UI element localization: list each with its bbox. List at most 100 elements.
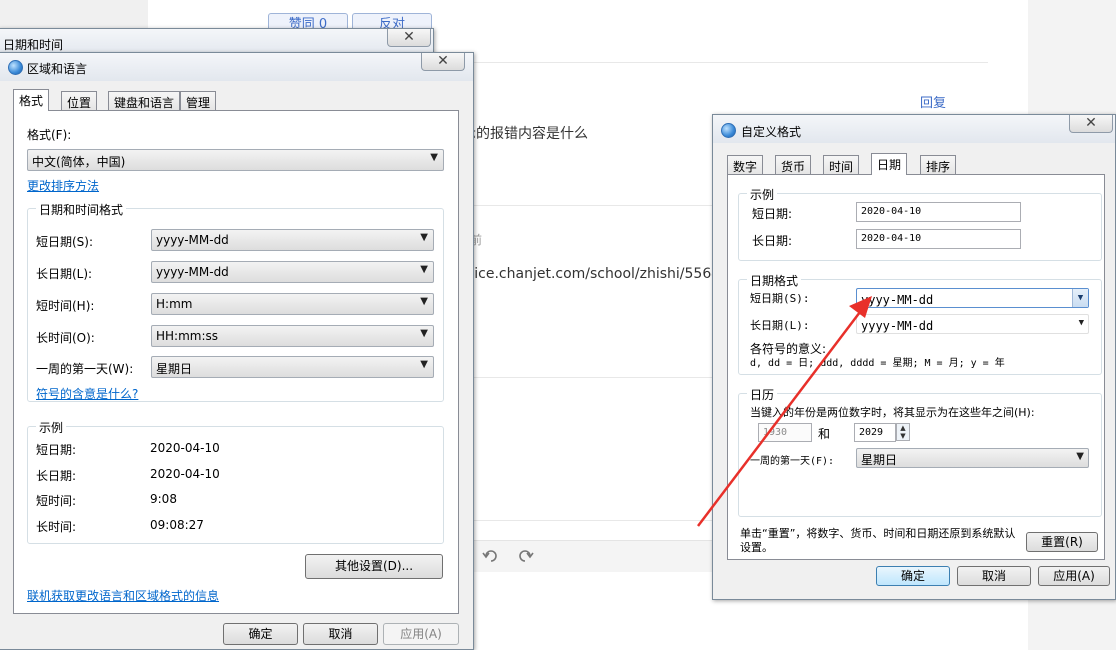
tab-keyboards[interactable]: 键盘和语言	[108, 91, 181, 111]
long-date-value: yyyy-MM-dd	[156, 265, 229, 279]
example-long-time-value: 09:08:27	[150, 518, 204, 532]
cancel-button[interactable]: 取消	[957, 566, 1031, 586]
short-date-combo[interactable]: yyyy-MM-dd ▼	[856, 288, 1089, 308]
chevron-down-icon: ▼	[420, 328, 428, 339]
format-label: 格式(F):	[27, 128, 72, 142]
tab-currency[interactable]: 货币	[775, 155, 812, 175]
date-formats-group: 日期格式 短日期(S): yyyy-MM-dd ▼ 长日期(L): yyyy-M…	[738, 272, 1102, 375]
example-long-date-label: 长日期:	[36, 469, 77, 483]
first-day-value: 星期日	[156, 362, 193, 376]
long-date-combo[interactable]: yyyy-MM-dd ▼	[856, 314, 1089, 334]
short-time-value: H:mm	[156, 297, 193, 311]
tab-sorting[interactable]: 排序	[920, 155, 957, 175]
year-to-input[interactable]: 2029	[854, 423, 896, 442]
window-title: 区域和语言	[27, 62, 88, 76]
tab-formats[interactable]: 格式	[13, 89, 50, 111]
custom-titlebar: 自定义格式 ✕	[713, 115, 1115, 143]
other-settings-button[interactable]: 其他设置(D)...	[305, 554, 443, 579]
format-select[interactable]: 中文(简体，中国) ▼	[27, 149, 444, 171]
date-panel: 示例 短日期: 2020-04-10 长日期: 2020-04-10 日期格式 …	[727, 174, 1105, 560]
reset-button[interactable]: 重置(R)	[1026, 532, 1098, 552]
year-from-input[interactable]: 1930	[758, 423, 812, 442]
long-time-value: HH:mm:ss	[156, 329, 219, 343]
close-icon[interactable]: ✕	[1069, 115, 1113, 133]
short-date-select[interactable]: yyyy-MM-dd ▼	[151, 229, 434, 251]
online-info-link[interactable]: 联机获取更改语言和区域格式的信息	[27, 587, 219, 604]
short-date-label: 短日期(S):	[36, 235, 94, 249]
first-day-label: 一周的第一天(F):	[750, 456, 835, 467]
first-day-select[interactable]: 星期日 ▼	[856, 448, 1089, 468]
chevron-down-icon: ▼	[1076, 451, 1084, 462]
example-short-date-label: 短日期:	[36, 443, 77, 457]
group-title: 示例	[747, 186, 778, 203]
example-long-date-value: 2020-04-10	[150, 467, 220, 481]
chevron-down-icon: ▼	[420, 359, 428, 370]
reset-description: 单击“重置”，将数字、货币、时间和日期还原到系统默认设置。	[740, 527, 1016, 554]
globe-icon	[8, 60, 23, 75]
ok-button[interactable]: 确定	[223, 623, 298, 645]
datetime-formats-group: 日期和时间格式 短日期(S): yyyy-MM-dd ▼ 长日期(L): yyy…	[27, 201, 444, 402]
long-date-value: yyyy-MM-dd	[861, 319, 934, 333]
example-short-date-value: 2020-04-10	[856, 202, 1021, 222]
close-icon[interactable]: ✕	[421, 53, 465, 71]
apply-button[interactable]: 应用(A)	[383, 623, 459, 645]
chevron-down-icon: ▼	[420, 296, 428, 307]
tab-date[interactable]: 日期	[871, 153, 908, 175]
format-value: 中文(简体，中国)	[32, 155, 126, 169]
customize-format-window: 自定义格式 ✕ 数字 货币 时间 日期 排序 示例 短日期: 2020-04-1…	[712, 114, 1116, 600]
region-language-window: 区域和语言 ✕ 格式 位置 键盘和语言 管理 格式(F): 中文(简体，中国) …	[0, 52, 474, 650]
cancel-button[interactable]: 取消	[303, 623, 378, 645]
example-long-time-label: 长时间:	[36, 520, 77, 534]
tab-administrative[interactable]: 管理	[180, 91, 217, 111]
question-text: 示的报错内容是什么	[462, 126, 588, 142]
close-icon[interactable]: ✕	[387, 29, 431, 47]
tab-time[interactable]: 时间	[823, 155, 860, 175]
long-date-label: 长日期(L):	[36, 267, 93, 281]
globe-icon	[721, 123, 736, 138]
symbols-meaning-link[interactable]: 符号的含意是什么?	[36, 385, 138, 402]
apply-button[interactable]: 应用(A)	[1038, 566, 1110, 586]
year-spinner-icon[interactable]: ▲ ▼	[896, 423, 910, 441]
calendar-group: 日历 当键入的年份是两位数字时，将其显示为在这些年之间(H): 1930 和 2…	[738, 386, 1102, 517]
example-short-date-value: 2020-04-10	[150, 441, 220, 455]
change-sort-link[interactable]: 更改排序方法	[27, 177, 99, 194]
group-title: 日期格式	[747, 272, 802, 289]
group-title: 日期和时间格式	[36, 201, 127, 218]
example-group: 示例 短日期: 2020-04-10 长日期: 2020-04-10 短时间: …	[27, 419, 444, 544]
reply-link[interactable]: 回复	[920, 92, 946, 111]
long-date-select[interactable]: yyyy-MM-dd ▼	[151, 261, 434, 283]
example-group: 示例 短日期: 2020-04-10 长日期: 2020-04-10	[738, 186, 1102, 261]
example-long-date-value: 2020-04-10	[856, 229, 1021, 249]
url-text[interactable]: vice.chanjet.com/school/zhishi/5564	[466, 266, 720, 282]
editor-toolbar	[474, 540, 714, 572]
symbols-text: d, dd = 日; ddd, dddd = 星期; M = 月; y = 年	[750, 358, 1005, 369]
first-day-select[interactable]: 星期日 ▼	[151, 356, 434, 378]
short-time-select[interactable]: H:mm ▼	[151, 293, 434, 315]
chevron-down-icon: ▼	[430, 152, 438, 163]
example-short-date-label: 短日期:	[752, 207, 793, 221]
short-date-label: 短日期(S):	[750, 292, 810, 305]
divider	[460, 62, 988, 63]
group-title: 日历	[747, 386, 778, 403]
first-day-label: 一周的第一天(W):	[36, 362, 134, 376]
formats-panel: 格式(F): 中文(简体，中国) ▼ 更改排序方法 日期和时间格式 短日期(S)…	[13, 110, 459, 614]
tab-numbers[interactable]: 数字	[727, 155, 764, 175]
two-digit-year-text: 当键入的年份是两位数字时，将其显示为在这些年之间(H):	[750, 406, 1035, 419]
ok-button[interactable]: 确定	[876, 566, 950, 586]
window-title: 日期和时间	[3, 38, 64, 52]
redo-icon[interactable]	[516, 548, 534, 564]
and-text: 和	[818, 427, 831, 441]
tab-location[interactable]: 位置	[61, 91, 98, 111]
region-titlebar: 区域和语言 ✕	[0, 53, 473, 81]
chevron-down-icon[interactable]: ▼	[1072, 289, 1088, 307]
long-time-label: 长时间(O):	[36, 331, 95, 345]
example-long-date-label: 长日期:	[752, 234, 793, 248]
chevron-down-icon: ▼	[1078, 318, 1084, 328]
example-short-time-label: 短时间:	[36, 494, 77, 508]
long-time-select[interactable]: HH:mm:ss ▼	[151, 325, 434, 347]
short-time-label: 短时间(H):	[36, 299, 95, 313]
undo-icon[interactable]	[482, 548, 500, 564]
first-day-value: 星期日	[861, 453, 898, 467]
window-title: 自定义格式	[741, 125, 802, 139]
example-short-time-value: 9:08	[150, 492, 177, 506]
